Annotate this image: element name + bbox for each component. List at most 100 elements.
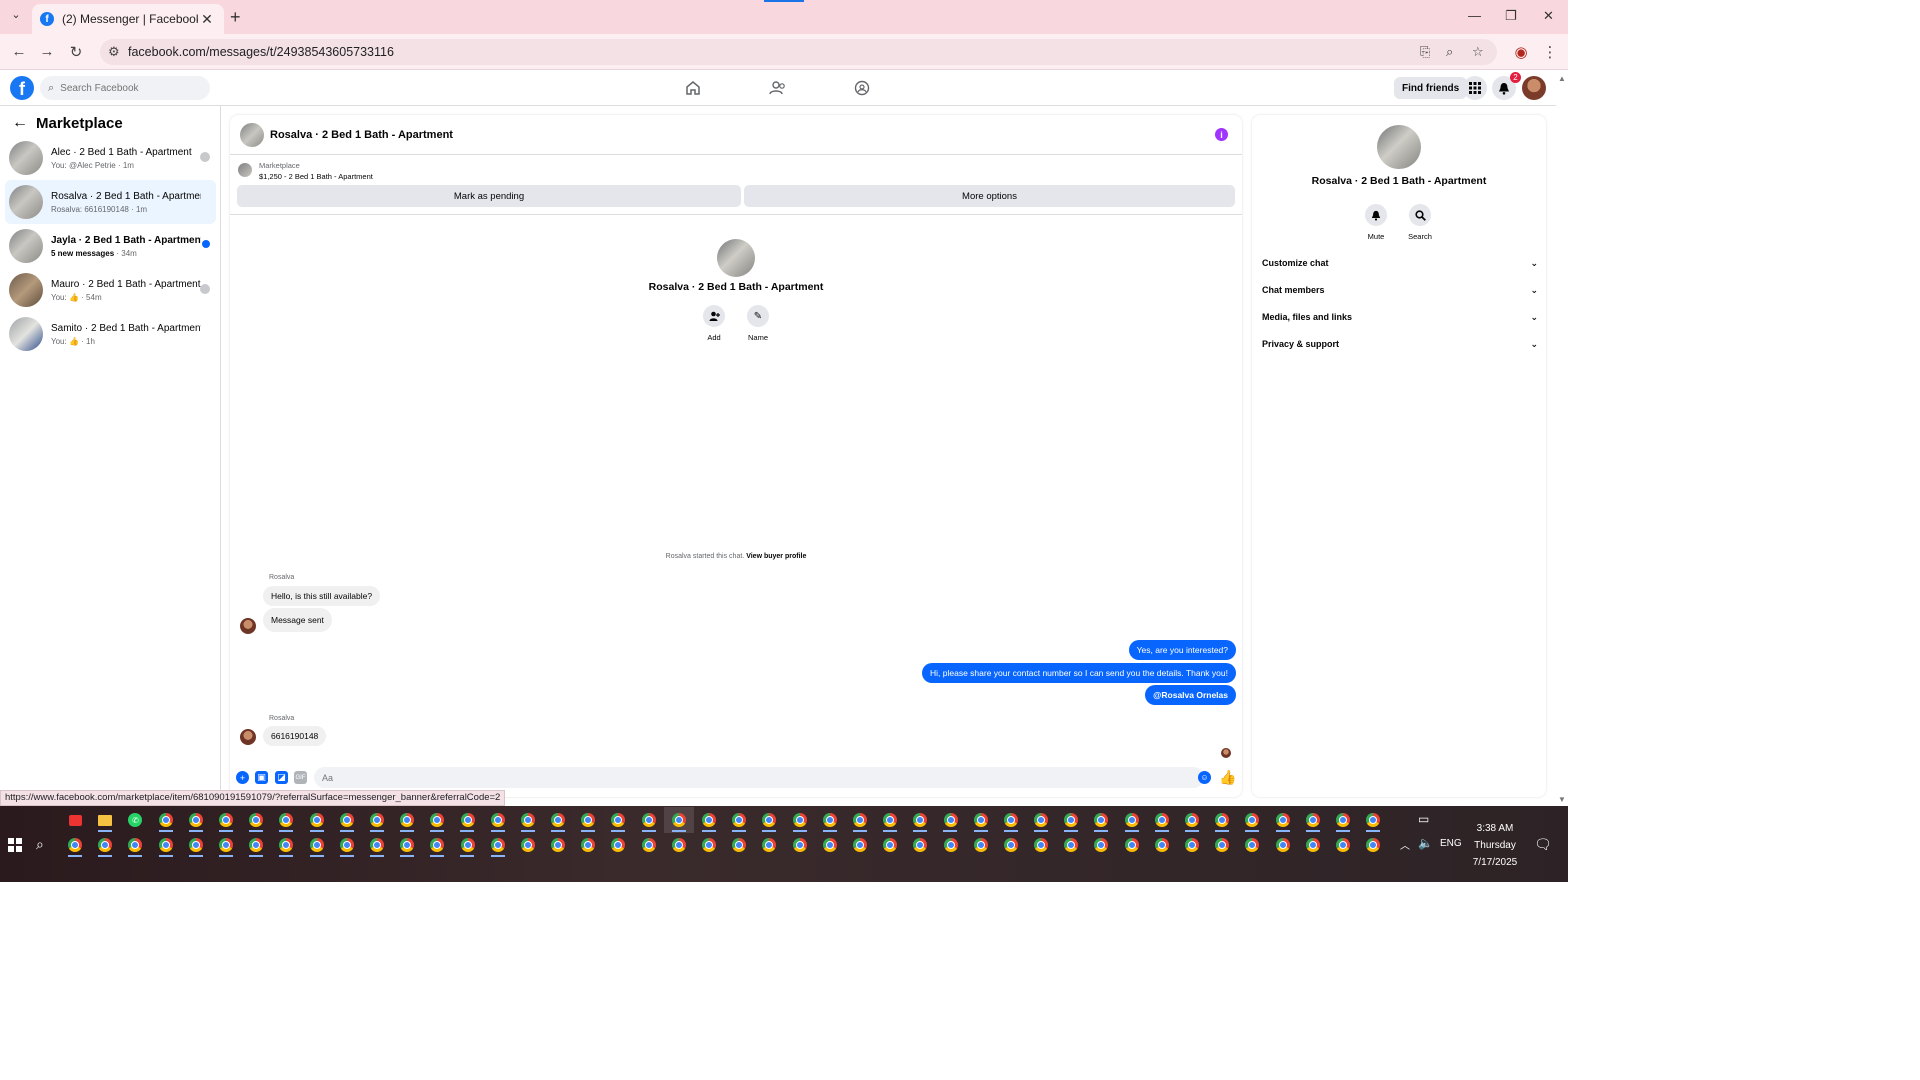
chrome-taskbar-icon[interactable] [785,807,815,833]
address-bar[interactable]: ⚙ facebook.com/messages/t/24938543605733… [100,39,1497,65]
forward-icon[interactable]: → [38,43,56,60]
chrome-taskbar-icon[interactable] [905,807,935,833]
view-buyer-profile-link[interactable]: View buyer profile [746,553,806,560]
chrome-taskbar-icon[interactable] [845,832,875,858]
chrome-taskbar-icon[interactable] [935,807,965,833]
whatsapp-icon[interactable]: ✆ [120,807,150,833]
chrome-taskbar-icon[interactable] [452,832,482,858]
facebook-logo-icon[interactable]: f [10,76,34,100]
taskbar-search-icon[interactable]: ⌕ [36,836,44,853]
windows-start-icon[interactable] [8,838,22,852]
chrome-taskbar-icon[interactable] [483,832,513,858]
install-app-icon[interactable]: ⎘ [1420,44,1430,60]
incoming-message[interactable]: Hello, is this still available? [263,586,381,606]
conversation-item-samito[interactable]: Samito · 2 Bed 1 Bath - Apartment You: 👍… [5,312,216,356]
language-indicator[interactable]: ENG [1440,838,1462,849]
chat-header-title[interactable]: Rosalva · 2 Bed 1 Bath - Apartment [270,129,453,141]
zoom-icon[interactable]: ⌕ [1446,44,1453,60]
section-customize-chat[interactable]: Customize chat ⌄ [1262,254,1538,272]
chrome-taskbar-icon[interactable] [181,832,211,858]
section-privacy-support[interactable]: Privacy & support ⌄ [1262,335,1538,353]
chrome-taskbar-icon[interactable] [1207,832,1237,858]
chrome-taskbar-icon[interactable] [966,832,996,858]
chrome-taskbar-icon[interactable] [875,807,905,833]
chrome-taskbar-icon[interactable] [966,807,996,833]
listing-thumbnail[interactable] [238,163,252,177]
chrome-taskbar-icon[interactable] [573,807,603,833]
chrome-taskbar-icon[interactable] [181,807,211,833]
account-avatar[interactable] [1522,76,1546,100]
chrome-taskbar-icon[interactable] [120,832,150,858]
emoji-icon[interactable]: ☺ [1198,771,1211,784]
chat-header-avatar[interactable] [240,122,264,147]
incoming-message[interactable]: 6616190148 [263,726,327,746]
browser-tab-messenger[interactable]: f (2) Messenger | Facebook ✕ [32,4,224,34]
tray-overflow-chevron-icon[interactable]: ︿ [1400,837,1410,852]
chrome-taskbar-icon[interactable] [151,832,181,858]
groups-icon[interactable] [852,78,872,98]
chrome-taskbar-icon[interactable] [1117,807,1147,833]
message-input[interactable] [314,767,1204,788]
page-scrollbar[interactable]: ▲ ▼ [1556,70,1568,806]
chrome-taskbar-icon[interactable] [513,832,543,858]
chrome-taskbar-icon[interactable] [996,807,1026,833]
conversation-item-jayla[interactable]: Jayla · 2 Bed 1 Bath - Apartment 5 new m… [5,224,216,268]
chrome-taskbar-icon[interactable] [271,807,301,833]
chrome-taskbar-icon[interactable] [211,832,241,858]
chrome-taskbar-icon[interactable] [362,807,392,833]
chrome-taskbar-icon[interactable] [875,832,905,858]
chrome-taskbar-icon[interactable] [724,832,754,858]
chrome-taskbar-icon[interactable] [1147,807,1177,833]
more-options-button[interactable]: More options [744,185,1235,207]
chrome-taskbar-icon[interactable] [302,807,332,833]
chrome-taskbar-icon[interactable] [724,807,754,833]
chrome-taskbar-icon[interactable] [1237,832,1267,858]
chrome-taskbar-icon[interactable] [422,832,452,858]
chrome-taskbar-icon[interactable] [935,832,965,858]
back-arrow-icon[interactable]: ← [12,114,28,132]
notification-center-icon[interactable]: 🗨 [1534,836,1552,853]
reload-icon[interactable]: ↻ [67,43,85,61]
recorder-app-icon[interactable] [60,807,90,833]
profile-icon[interactable]: ◉ [1512,43,1530,61]
photo-icon[interactable]: ▣ [255,771,268,784]
volume-icon[interactable]: 🔈 [1418,836,1433,850]
chrome-taskbar-icon[interactable] [60,832,90,858]
chrome-taskbar-icon[interactable] [151,807,181,833]
scroll-down-icon[interactable]: ▼ [1558,795,1566,804]
chrome-taskbar-icon[interactable] [1237,807,1267,833]
plus-icon[interactable]: + [236,771,249,784]
outgoing-message[interactable]: Yes, are you interested? [1128,640,1236,660]
facebook-search[interactable]: ⌕ [40,76,210,100]
sender-avatar[interactable] [240,618,256,634]
chrome-taskbar-icon[interactable] [1207,807,1237,833]
chrome-taskbar-icon[interactable] [1358,832,1388,858]
find-friends-button[interactable]: Find friends [1394,77,1468,99]
home-icon[interactable] [683,78,703,98]
chrome-taskbar-icon[interactable] [694,807,724,833]
chrome-taskbar-icon[interactable] [1328,807,1358,833]
chrome-taskbar-icon[interactable] [271,832,301,858]
site-info-icon[interactable]: ⚙ [108,44,120,60]
chrome-taskbar-icon[interactable] [1147,832,1177,858]
chrome-taskbar-icon[interactable] [1268,807,1298,833]
restore-window-icon[interactable]: ❐ [1505,8,1517,24]
section-media-files-links[interactable]: Media, files and links ⌄ [1262,308,1538,326]
mute-button[interactable]: Mute [1356,204,1396,241]
chrome-taskbar-icon[interactable] [1026,807,1056,833]
tray-device-icon[interactable]: ▭ [1418,812,1429,826]
chrome-taskbar-icon[interactable] [634,807,664,833]
conversation-item-alec[interactable]: Alec · 2 Bed 1 Bath - Apartment You: @Al… [5,136,216,180]
chrome-taskbar-icon[interactable] [513,807,543,833]
chrome-taskbar-icon[interactable] [815,832,845,858]
chrome-taskbar-icon[interactable] [362,832,392,858]
chrome-taskbar-icon[interactable] [603,807,633,833]
chrome-taskbar-icon[interactable] [452,807,482,833]
chrome-taskbar-icon[interactable] [573,832,603,858]
browser-menu-icon[interactable]: ⋮ [1541,43,1559,61]
name-chat-button[interactable]: ✎ Name [738,305,778,342]
chrome-taskbar-icon[interactable] [392,807,422,833]
chrome-taskbar-icon[interactable] [1298,832,1328,858]
chrome-taskbar-icon[interactable] [1086,832,1116,858]
like-thumbs-up-icon[interactable]: 👍 [1219,769,1236,786]
